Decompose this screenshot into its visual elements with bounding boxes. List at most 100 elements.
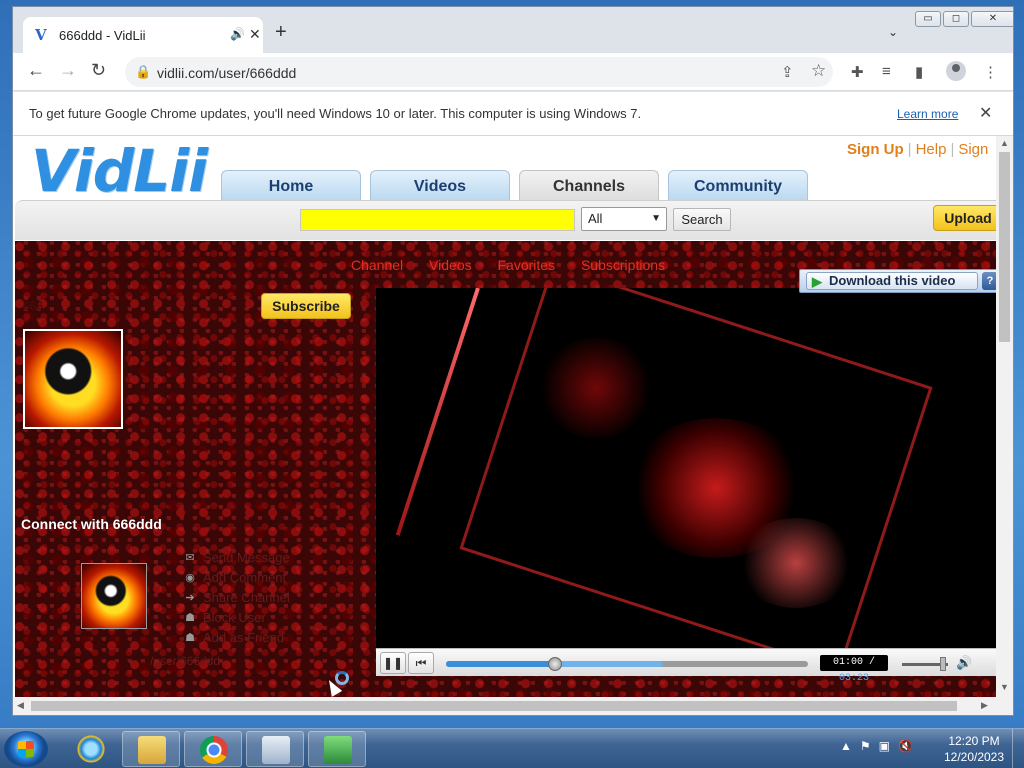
signup-link[interactable]: Sign Up	[847, 141, 904, 158]
send-message-action[interactable]: ✉ Send Message	[183, 547, 289, 567]
video-glow	[536, 338, 656, 438]
subscribe-button[interactable]: Subscribe	[261, 293, 351, 319]
installer-taskbar-icon[interactable]	[308, 731, 366, 767]
channel-nav-subscriptions[interactable]: Subscriptions	[581, 257, 665, 273]
learn-more-link[interactable]: Learn more	[897, 107, 958, 121]
progress-track[interactable]	[446, 657, 808, 671]
account-links: Sign Up | Help | Sign	[847, 141, 989, 158]
add-comment-action[interactable]: ◉ Add Comment	[183, 567, 290, 587]
share-arrow-icon: ➔	[185, 591, 195, 604]
scroll-down-icon[interactable]: ▼	[1000, 682, 1009, 692]
block-user-action[interactable]: ☗ Block User	[183, 607, 290, 627]
chrome-taskbar-icon[interactable]	[184, 731, 242, 767]
search-bar: All ▼ Search Upload	[15, 200, 996, 240]
tab-title: 666ddd - VidLii	[59, 28, 146, 43]
extensions-puzzle-icon[interactable]: ✚	[851, 63, 864, 81]
speaker-icon[interactable]: 🔊	[956, 655, 972, 671]
action-center-icon[interactable]: ⚑	[860, 739, 871, 753]
infobar-close-icon[interactable]: ✕	[979, 103, 992, 123]
action-label: Add as Friend	[203, 629, 284, 645]
volume-slider[interactable]	[902, 657, 948, 671]
scroll-right-icon[interactable]: ▶	[981, 700, 988, 711]
lock-icon[interactable]: 🔒	[135, 64, 151, 80]
tab-search-chevron-icon[interactable]: ⌄	[888, 25, 898, 39]
profile-avatar-icon[interactable]	[946, 61, 966, 81]
forward-arrow-icon[interactable]: →	[59, 61, 77, 79]
channel-name: 666	[23, 299, 44, 313]
chrome-window: V 666ddd - VidLii 🔊 ✕ + ⌄ ▭ ◻ ✕ ← → ↻ 🔒 …	[12, 6, 1014, 716]
update-infobar: To get future Google Chrome updates, you…	[13, 92, 1013, 136]
start-button[interactable]	[4, 731, 48, 767]
download-video-button[interactable]: ▶ Download this video	[806, 272, 978, 290]
tab-close-icon[interactable]: ✕	[249, 26, 261, 43]
loading-spinner-icon	[335, 671, 349, 685]
url-text[interactable]: vidlii.com/user/666ddd	[157, 65, 296, 81]
search-input[interactable]	[300, 209, 575, 231]
tab-home[interactable]: Home	[221, 170, 361, 202]
previous-button[interactable]: ⏮	[408, 652, 434, 674]
explorer-taskbar-icon[interactable]	[122, 731, 180, 767]
reload-icon[interactable]: ↻	[91, 61, 106, 79]
network-icon[interactable]: ▣	[879, 739, 890, 753]
tab-strip: V 666ddd - VidLii 🔊 ✕ + ⌄ ▭ ◻ ✕	[13, 7, 1013, 53]
scroll-thumb[interactable]	[999, 152, 1010, 342]
volume-knob[interactable]	[940, 657, 947, 671]
signin-link[interactable]: Sign	[958, 141, 988, 158]
system-clock[interactable]: 12:20 PM 12/20/2023	[940, 733, 1008, 765]
vidlii-logo[interactable]: VidLii	[31, 142, 208, 200]
comment-icon: ◉	[185, 571, 195, 584]
download-toolbar: ▶Download this video ? X	[799, 269, 1013, 293]
search-category-select[interactable]: All ▼	[581, 207, 667, 231]
vertical-scrollbar[interactable]: ▲ ▼	[996, 136, 1013, 697]
channel-nav: Channel Videos Favorites Subscriptions	[351, 257, 687, 273]
scroll-up-icon[interactable]: ▲	[1000, 138, 1009, 148]
new-tab-button[interactable]: +	[275, 22, 287, 42]
channel-nav-channel[interactable]: Channel	[351, 257, 403, 273]
connect-avatar[interactable]	[81, 563, 147, 629]
tab-channels[interactable]: Channels	[519, 170, 659, 202]
share-icon[interactable]: ⇪	[781, 63, 794, 81]
browser-toolbar: ← → ↻ 🔒 vidlii.com/user/666ddd ⇪ ☆ ✚ ≡ ▮…	[13, 53, 1013, 91]
tab-audio-icon[interactable]: 🔊	[230, 27, 245, 41]
show-desktop-button[interactable]	[1012, 729, 1024, 768]
back-arrow-icon[interactable]: ←	[27, 61, 45, 79]
bookmark-star-icon[interactable]: ☆	[811, 61, 826, 81]
browser-tab[interactable]: V 666ddd - VidLii 🔊 ✕	[23, 17, 263, 53]
address-bar[interactable]: 🔒 vidlii.com/user/666ddd ⇪ ☆	[125, 57, 833, 87]
minimize-button[interactable]: ▭	[915, 11, 941, 27]
volume-mute-icon[interactable]: 🔇	[898, 739, 913, 753]
share-channel-action[interactable]: ➔ Share Channel	[183, 587, 289, 607]
side-panel-icon[interactable]: ▮	[915, 63, 923, 81]
pause-button[interactable]: ❚❚	[380, 652, 406, 674]
close-window-button[interactable]: ✕	[971, 11, 1013, 27]
keyboard-taskbar-icon[interactable]	[246, 731, 304, 767]
user-add-icon: ☗	[185, 631, 195, 644]
channel-nav-videos[interactable]: Videos	[429, 257, 472, 273]
help-link[interactable]: Help	[916, 141, 947, 158]
video-player[interactable]	[376, 288, 996, 648]
hscroll-thumb[interactable]	[31, 701, 957, 711]
horizontal-scrollbar[interactable]: ◀ ▶	[13, 697, 1013, 715]
tab-community[interactable]: Community	[668, 170, 808, 202]
connect-heading: Connect with 666ddd	[21, 516, 162, 532]
tab-videos[interactable]: Videos	[370, 170, 510, 202]
search-button[interactable]: Search	[673, 208, 731, 231]
ie-taskbar-icon[interactable]	[62, 731, 120, 767]
chevron-down-icon: ▼	[651, 213, 661, 224]
infobar-message: To get future Google Chrome updates, you…	[29, 106, 642, 121]
add-friend-action[interactable]: ☗ Add as Friend	[183, 627, 290, 647]
maximize-button[interactable]: ◻	[943, 11, 969, 27]
video-streak	[395, 288, 480, 536]
tray-expand-icon[interactable]: ▲	[840, 739, 852, 753]
current-time: 01:00	[832, 657, 863, 668]
connect-actions: ✉ Send Message ◉ Add Comment ➔ Share Channe…	[183, 547, 290, 647]
system-tray: ▲ ⚑ ▣ 🔇	[840, 739, 921, 753]
channel-avatar[interactable]	[23, 329, 123, 429]
progress-knob[interactable]	[547, 657, 562, 671]
search-category-value: All	[588, 211, 603, 226]
channel-nav-favorites[interactable]: Favorites	[498, 257, 556, 273]
scroll-left-icon[interactable]: ◀	[17, 700, 24, 711]
menu-kebab-icon[interactable]: ⋮	[983, 63, 998, 81]
media-queue-icon[interactable]: ≡	[882, 63, 891, 80]
upload-button[interactable]: Upload	[933, 205, 996, 231]
